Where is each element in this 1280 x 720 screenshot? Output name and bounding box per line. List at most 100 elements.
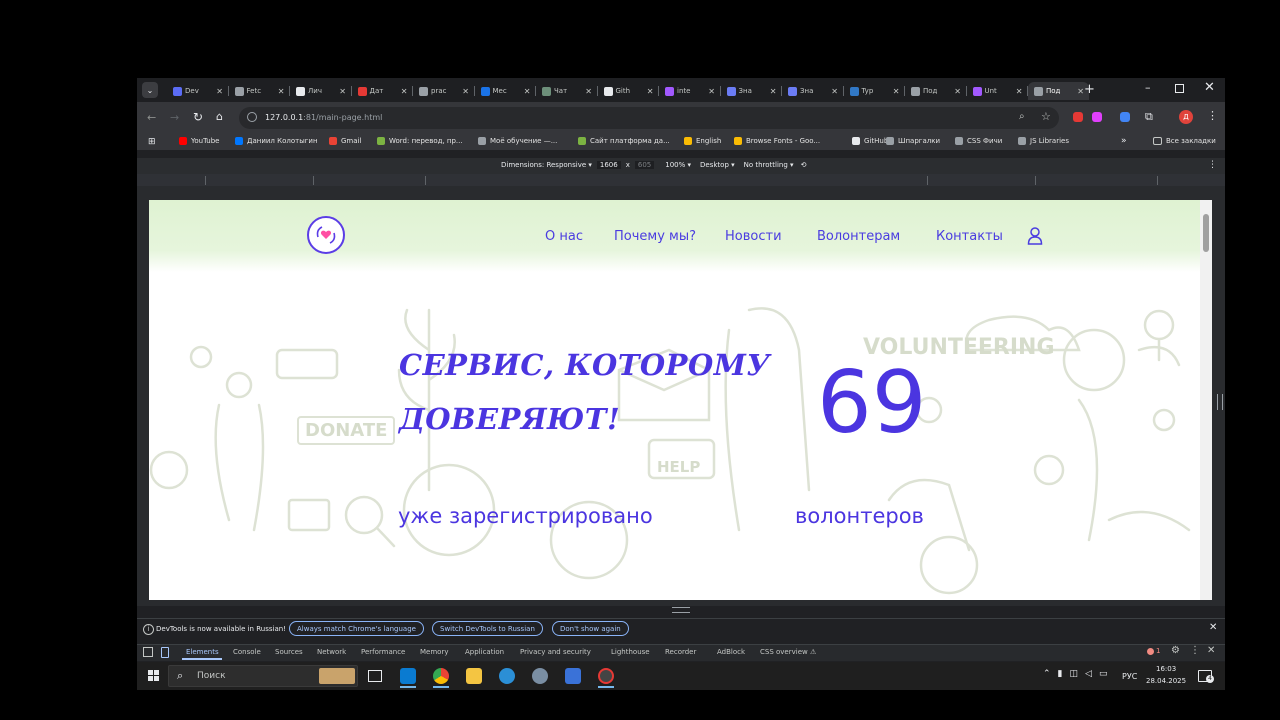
browser-tab[interactable]: Dev ✕	[167, 82, 228, 100]
edge-icon[interactable]	[499, 668, 515, 684]
minimize-button[interactable]: –	[1145, 81, 1151, 94]
resize-handle-right[interactable]	[1217, 394, 1223, 410]
devtools-tab[interactable]: Lighthouse	[611, 648, 650, 656]
site-nav-link[interactable]: Почему мы?	[614, 229, 696, 244]
site-nav-link[interactable]: О нас	[545, 229, 583, 244]
devtools-tab[interactable]: Performance	[361, 648, 405, 656]
browser-tab[interactable]: Под ✕	[905, 82, 966, 100]
site-logo[interactable]	[307, 216, 345, 254]
recorder-app-icon[interactable]	[598, 668, 614, 684]
browser-tab[interactable]: Лич ✕	[290, 82, 351, 100]
browser-tab[interactable]: Зна ✕	[782, 82, 843, 100]
devtools-close-icon[interactable]: ✕	[1207, 645, 1215, 656]
browser-tab[interactable]: prac ✕	[413, 82, 474, 100]
tab-close-icon[interactable]: ✕	[708, 87, 715, 96]
browser-tab[interactable]: Мес ✕	[475, 82, 536, 100]
bookmark-item[interactable]: JS Libraries	[1018, 137, 1069, 145]
back-button[interactable]: ←	[147, 111, 156, 124]
bookmark-item[interactable]: English	[684, 137, 721, 145]
new-tab-button[interactable]: +	[1084, 82, 1095, 97]
browser-tab[interactable]: Дат ✕	[352, 82, 413, 100]
keyboard-language[interactable]: РУС	[1122, 672, 1137, 681]
tab-close-icon[interactable]: ✕	[1016, 87, 1023, 96]
tab-close-icon[interactable]: ✕	[770, 87, 777, 96]
more-bookmarks-icon[interactable]: »	[1121, 136, 1127, 146]
close-notice-icon[interactable]: ✕	[1209, 622, 1217, 633]
snipping-tool-icon[interactable]	[565, 668, 581, 684]
devtools-settings-icon[interactable]: ⚙	[1171, 645, 1180, 656]
battery-icon[interactable]: ▭	[1099, 669, 1108, 679]
close-window-button[interactable]: ✕	[1204, 80, 1215, 95]
always-match-language-button[interactable]: Always match Chrome's language	[289, 621, 424, 636]
file-explorer-icon[interactable]	[466, 668, 482, 684]
tray-icons[interactable]: ⌃ ▮ ◫ ◁ ▭	[1043, 669, 1107, 679]
rotate-icon[interactable]: ⟲	[801, 161, 807, 169]
notifications-icon[interactable]: 4	[1198, 670, 1214, 683]
task-view-icon[interactable]	[368, 670, 382, 682]
tab-close-icon[interactable]: ✕	[339, 87, 346, 96]
maximize-button[interactable]	[1175, 84, 1184, 93]
volume-icon[interactable]: ◁	[1085, 669, 1092, 679]
clock-date[interactable]: 28.04.2025	[1146, 677, 1186, 685]
extension-icon[interactable]	[1120, 112, 1130, 122]
page-scrollbar[interactable]	[1200, 200, 1212, 600]
browser-tab[interactable]: Зна ✕	[721, 82, 782, 100]
devtools-tab[interactable]: Privacy and security	[520, 648, 591, 656]
bookmark-item[interactable]: Моё обучение —...	[478, 137, 557, 145]
device-toolbar-menu-icon[interactable]: ⋮	[1208, 160, 1217, 170]
clock-time[interactable]: 16:03	[1156, 665, 1176, 673]
chevron-up-icon[interactable]: ⌃	[1043, 669, 1051, 679]
device-toggle-icon[interactable]	[161, 647, 169, 658]
tab-close-icon[interactable]: ✕	[585, 87, 592, 96]
tab-close-icon[interactable]: ✕	[893, 87, 900, 96]
tab-close-icon[interactable]: ✕	[647, 87, 654, 96]
network-icon[interactable]: ◫	[1070, 669, 1079, 679]
bookmark-item[interactable]: CSS Фичи	[955, 137, 1002, 145]
width-input[interactable]: 1606	[596, 161, 621, 169]
devtools-tab[interactable]: Network	[317, 648, 346, 656]
tab-close-icon[interactable]: ✕	[216, 87, 223, 96]
tab-search-button[interactable]: ⌄	[142, 82, 158, 98]
extension-icon[interactable]	[1073, 112, 1083, 122]
reload-button[interactable]: ↻	[193, 110, 203, 124]
user-icon[interactable]	[1027, 227, 1043, 245]
tab-close-icon[interactable]: ✕	[524, 87, 531, 96]
inspect-element-icon[interactable]	[143, 647, 153, 657]
chrome-icon[interactable]	[433, 668, 449, 684]
bookmark-item[interactable]: Сайт платформа да...	[578, 137, 670, 145]
site-nav-link[interactable]: Контакты	[936, 229, 1003, 244]
forward-button[interactable]: →	[170, 111, 179, 124]
devtools-tab[interactable]: Application	[465, 648, 504, 656]
star-icon[interactable]: ☆	[1041, 110, 1051, 123]
error-badge[interactable]: 1	[1147, 647, 1160, 655]
bookmark-item[interactable]: Word: перевод, пр...	[377, 137, 463, 145]
site-info-icon[interactable]	[247, 112, 257, 122]
dont-show-again-button[interactable]: Don't show again	[552, 621, 629, 636]
zoom-icon[interactable]: ⌕	[1019, 111, 1025, 122]
devtools-tab[interactable]: Console	[233, 648, 261, 656]
profile-avatar[interactable]: Д	[1179, 110, 1193, 124]
browser-tab[interactable]: Чат ✕	[536, 82, 597, 100]
tab-close-icon[interactable]: ✕	[954, 87, 961, 96]
tab-close-icon[interactable]: ✕	[401, 87, 408, 96]
devtools-menu-icon[interactable]: ⋮	[1190, 645, 1200, 656]
all-bookmarks[interactable]: Все закладки	[1153, 137, 1216, 145]
app-icon[interactable]	[532, 668, 548, 684]
taskbar-search-box[interactable]: ⌕ Поиск	[168, 665, 358, 687]
menu-icon[interactable]: ⋮	[1207, 109, 1218, 122]
vscode-icon[interactable]	[400, 668, 416, 684]
address-bar[interactable]: 127.0.0.1:81/main-page.html ⌕ ☆	[239, 107, 1059, 129]
bookmark-item[interactable]: Шпаргалки	[886, 137, 940, 145]
site-nav-link[interactable]: Новости	[725, 229, 782, 244]
resize-handle-bottom[interactable]	[672, 607, 690, 613]
extensions-puzzle-icon[interactable]: ⧉	[1145, 110, 1153, 124]
dimensions-select[interactable]: Dimensions: Responsive ▾	[501, 161, 592, 169]
tab-close-icon[interactable]: ✕	[831, 87, 838, 96]
browser-tab[interactable]: Typ ✕	[844, 82, 905, 100]
browser-tab[interactable]: Под ✕	[1028, 82, 1089, 100]
tab-close-icon[interactable]: ✕	[1077, 87, 1084, 96]
microphone-icon[interactable]: ▮	[1058, 669, 1063, 679]
tab-close-icon[interactable]: ✕	[278, 87, 285, 96]
site-nav-link[interactable]: Волонтерам	[817, 229, 900, 244]
bookmark-item[interactable]: Gmail	[329, 137, 361, 145]
